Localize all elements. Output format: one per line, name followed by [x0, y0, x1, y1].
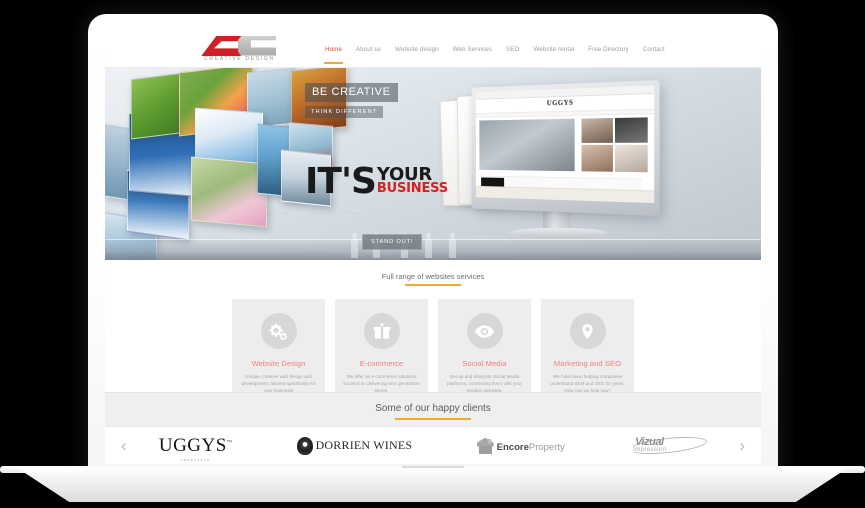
- carousel-prev-icon[interactable]: ‹: [117, 437, 131, 454]
- nav-item-website-rental[interactable]: Website rental: [532, 41, 575, 58]
- client-logo-encore-bold: Encore: [496, 441, 529, 453]
- service-card-description: Set-up and integrate Social Media platfo…: [447, 374, 522, 393]
- hero-silhouette: [351, 233, 358, 258]
- client-logo-vizual-impression[interactable]: Vizual Impression: [628, 433, 708, 457]
- service-card-description: Unique, creative web design and developm…: [241, 374, 316, 393]
- gift-icon: [363, 313, 400, 349]
- eye-icon: [466, 313, 503, 349]
- hero-headline: IT'S YOUR BUSINESS: [305, 164, 448, 200]
- hero-monitor-mockup: UGGYS: [439, 78, 677, 256]
- hero-tagline-secondary: THINK DIFFERENT: [305, 106, 384, 118]
- client-logo-vizual-bottom: Impression: [633, 446, 667, 453]
- nav-item-about-us[interactable]: About us: [355, 41, 382, 58]
- monitor-screen: UGGYS: [475, 85, 655, 204]
- mockup-navbar: [475, 108, 655, 118]
- logo-tagline: CREATIVE DESIGN: [204, 55, 275, 62]
- carousel-next-icon[interactable]: ›: [735, 437, 749, 454]
- map-pin-icon: [569, 313, 606, 349]
- client-logo-dorrien-wines[interactable]: DORRIEN WINES: [296, 436, 413, 455]
- nav-item-free-directory[interactable]: Free Directory: [587, 41, 630, 58]
- hero-headline-business: BUSINESS: [376, 181, 448, 196]
- monitor-stand-base: [509, 228, 607, 238]
- site-header: CREATIVE DESIGN Home About us Website de…: [105, 32, 761, 68]
- mockup-logo: UGGYS: [546, 98, 574, 108]
- hero-silhouette: [425, 233, 432, 258]
- service-card-description: We have been helping companies understan…: [550, 374, 625, 393]
- hero-tagline-primary: BE CREATIVE: [305, 83, 398, 102]
- nav-item-contact[interactable]: Contact: [642, 41, 666, 58]
- mockup-hero-image: [479, 118, 575, 172]
- clients-heading: Some of our happy clients: [105, 393, 761, 414]
- nav-item-web-services[interactable]: Web Services: [452, 41, 493, 58]
- logo-d-mark-icon: [201, 36, 242, 56]
- site-logo[interactable]: CREATIVE DESIGN: [198, 35, 306, 65]
- client-logo-encore-property[interactable]: EncoreProperty: [476, 437, 565, 455]
- clients-section: Some of our happy clients ‹ UGGYS™ SHEEP…: [105, 392, 761, 464]
- service-card-title: Website Design: [251, 359, 306, 368]
- nav-item-seo[interactable]: SEO: [505, 41, 520, 58]
- service-card-title: Social Media: [462, 359, 507, 368]
- mockup-topbar: [475, 85, 655, 100]
- services-heading: Full range of websites services: [105, 266, 761, 281]
- client-logo-list: UGGYS™ SHEEPSKIN DORRIEN WINES EncorePro…: [131, 433, 736, 462]
- hero-floor-line: [105, 239, 761, 240]
- clients-carousel: ‹ UGGYS™ SHEEPSKIN DORRIEN WINES EncoreP…: [105, 426, 761, 464]
- service-card-title: E-commerce: [359, 359, 404, 368]
- service-card-title: Marketing and SEO: [553, 359, 622, 368]
- client-logo-dorrien-text: DORRIEN WINES: [315, 438, 413, 452]
- hero-cta-button[interactable]: STAND OUT!: [362, 234, 423, 250]
- screenshot-stage: CREATIVE DESIGN Home About us Website de…: [0, 0, 865, 508]
- monitor-website-mockup: UGGYS: [475, 85, 655, 204]
- nav-item-home[interactable]: Home: [324, 41, 343, 64]
- house-icon: [476, 437, 494, 454]
- services-section: Full range of websites services Website …: [105, 260, 761, 411]
- hero-panel-flower: [191, 156, 267, 228]
- crest-icon: [296, 436, 313, 455]
- hero-silhouette: [449, 233, 456, 258]
- mockup-tile-4: [615, 144, 649, 173]
- hero-floor-shade: [105, 238, 761, 260]
- hero-banner: 01 0101 001 0001 0101 01 001 0101 00101 …: [105, 68, 761, 260]
- client-logo-uggys-text: UGGYS: [158, 434, 227, 456]
- main-navigation: Home About us Website design Web Service…: [324, 41, 666, 64]
- logo-c-mark-icon: [238, 35, 276, 56]
- service-card-description: We offer an e-commerce solutions focused…: [343, 374, 420, 393]
- laptop-screen: CREATIVE DESIGN Home About us Website de…: [105, 32, 761, 464]
- mockup-tile-3: [581, 144, 614, 172]
- client-logo-uggys[interactable]: UGGYS™ SHEEPSKIN: [158, 434, 233, 462]
- monitor-body: UGGYS: [471, 79, 660, 217]
- gears-icon: [260, 313, 297, 349]
- mockup-tile-2: [615, 117, 649, 143]
- trademark-icon: ™: [226, 440, 233, 446]
- swoosh-icon: Vizual Impression: [628, 433, 708, 457]
- hero-headline-its: IT'S: [305, 161, 377, 202]
- client-logo-encore-light: Property: [528, 441, 565, 453]
- client-logo-uggys-subtext: SHEEPSKIN: [180, 457, 211, 462]
- nav-item-website-design[interactable]: Website design: [394, 41, 440, 58]
- mockup-tile-1: [581, 118, 614, 143]
- laptop-base: [17, 468, 848, 502]
